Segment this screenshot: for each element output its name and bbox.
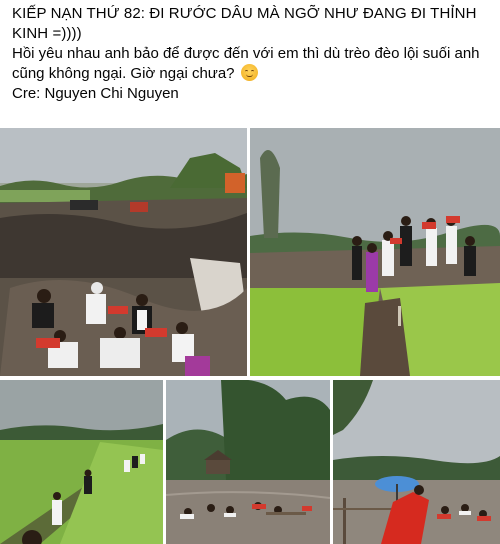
photo-bride-umbrella[interactable] <box>333 380 500 544</box>
relieved-face-icon <box>240 64 258 81</box>
post-body: Hồi yêu nhau anh bảo để được đến với em … <box>12 44 492 84</box>
photo-field-path-walkers[interactable] <box>0 380 163 544</box>
photo-flooded-pond[interactable] <box>166 380 330 544</box>
photo-grid <box>0 128 500 544</box>
photo-mud-path-procession[interactable] <box>0 128 247 376</box>
post-title: KIẾP NẠN THỨ 82: ĐI RƯỚC DÂU MÀ NGỠ NHƯ … <box>12 5 477 42</box>
post-message: KIẾP NẠN THỨ 82: ĐI RƯỚC DÂU MÀ NGỠ NHƯ … <box>12 4 492 104</box>
post-credit: Cre: Nguyen Chi Nguyen <box>12 85 179 102</box>
photo-rice-field-dike[interactable] <box>250 128 500 376</box>
